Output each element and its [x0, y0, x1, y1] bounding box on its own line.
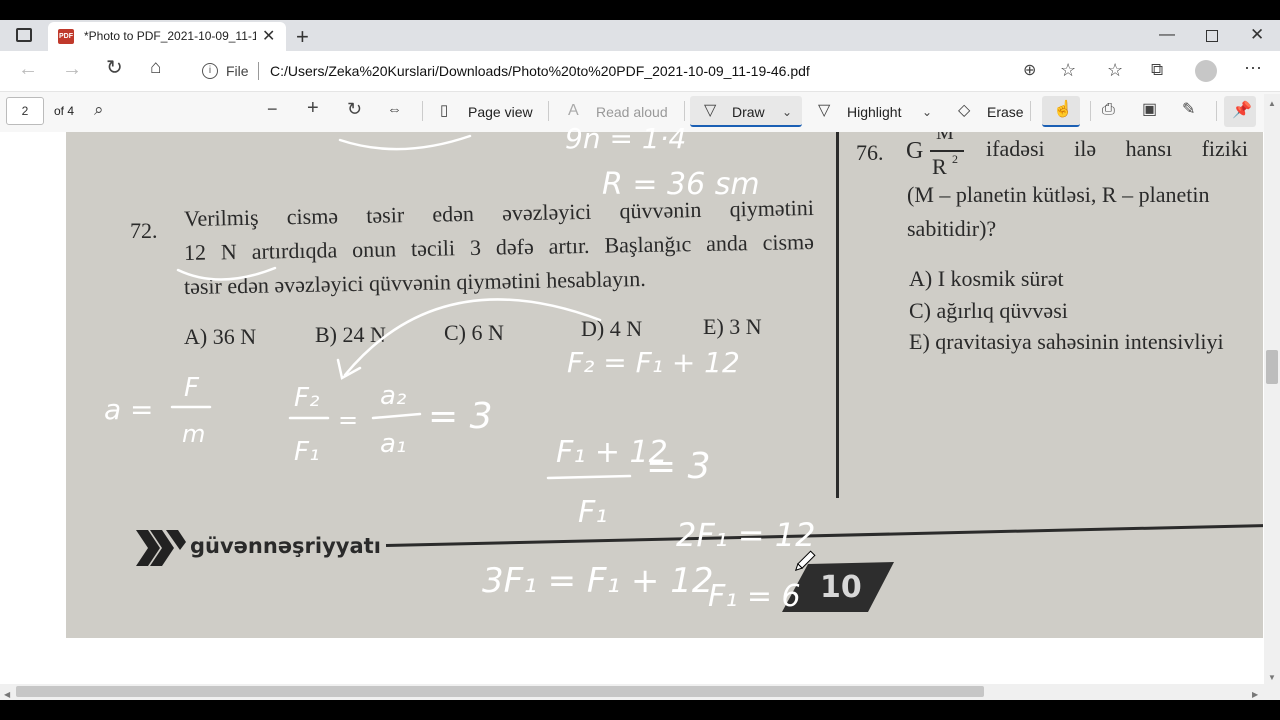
ink-a-eq: a = — [104, 393, 154, 426]
ink-ratio-eq: = — [338, 406, 358, 434]
vertical-scroll-thumb[interactable] — [1266, 350, 1278, 384]
ink-eq1: 3F₁ = F₁ + 12 — [482, 561, 713, 601]
scroll-left-icon[interactable]: ◀ — [4, 687, 10, 703]
ink-fraction-big — [546, 474, 632, 480]
vertical-scrollbar[interactable] — [1264, 94, 1280, 684]
ink-top-2: R = 36 sm — [602, 167, 760, 202]
ink-ratio-num: F₂ — [294, 383, 319, 413]
ink-fraction-aa — [371, 412, 422, 420]
ink-frac-eq: = 3 — [646, 446, 711, 487]
scroll-right-icon[interactable]: ▶ — [1252, 687, 1258, 703]
ink-f2-eq: F₂ = F₁ + 12 — [567, 346, 740, 379]
ink-a-num: F — [184, 373, 200, 403]
ink-underline-12n — [176, 266, 277, 281]
ink-eq2: 2F₁ = 12 — [676, 516, 815, 554]
scroll-up-icon[interactable]: ▲ — [1268, 96, 1276, 112]
ink-eq3: F₁ = 6 — [708, 579, 801, 614]
ink-arrow-curve — [343, 298, 602, 377]
ink-ratio-three: = 3 — [428, 396, 493, 437]
pen-cursor-icon — [794, 550, 816, 572]
ink-a-den: m — [182, 420, 205, 448]
horizontal-scroll-thumb[interactable] — [16, 686, 984, 697]
ink-overlay: 9n = 1·4 R = 36 sm a = F m F₂ F₁ = a₂ a₁… — [104, 122, 816, 614]
ink-arc-top — [338, 134, 472, 151]
ink-frac-den: F₁ — [578, 495, 607, 530]
ink-top-1: 9n = 1·4 — [565, 122, 686, 155]
ink-ratio-a1: a₁ — [380, 429, 406, 459]
ink-ratio-a2: a₂ — [380, 381, 406, 411]
ink-ratio-den: F₁ — [294, 437, 319, 467]
